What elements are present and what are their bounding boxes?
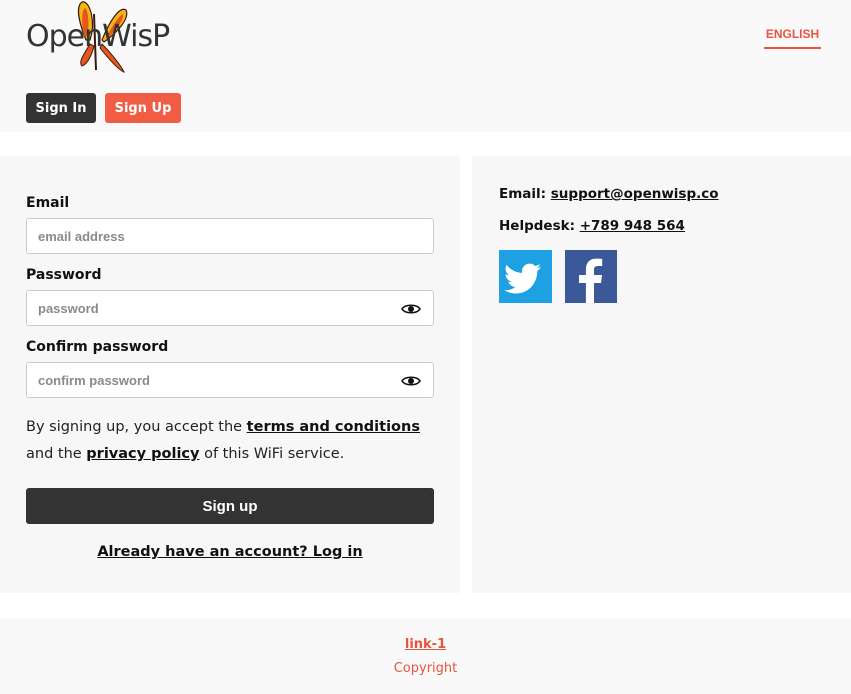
email-field-wrapper (26, 218, 434, 254)
privacy-policy-link[interactable]: privacy policy (86, 446, 199, 462)
email-input[interactable] (27, 219, 433, 253)
helpdesk-phone-link[interactable]: +789 948 564 (580, 218, 685, 234)
contact-helpdesk: Helpdesk: +789 948 564 (499, 218, 685, 234)
footer-link-row: link-1 (0, 637, 851, 652)
password-field-wrapper (26, 290, 434, 326)
confirm-password-input[interactable] (27, 363, 433, 397)
terms-middle: and the (26, 446, 87, 462)
eye-icon[interactable] (401, 374, 421, 388)
twitter-icon (504, 263, 541, 294)
contact-email: Email: support@openwisp.co (499, 186, 719, 202)
email-label: Email (26, 195, 70, 211)
header: OpenWisP ENGLISH Sign In Sign Up (0, 0, 851, 132)
confirm-password-field-wrapper (26, 362, 434, 398)
facebook-button[interactable] (565, 250, 617, 303)
support-email-link[interactable]: support@openwisp.co (551, 186, 719, 202)
contact-helpdesk-label: Helpdesk: (499, 218, 575, 234)
terms-statement: By signing up, you accept the terms and … (26, 414, 446, 468)
footer-link-1[interactable]: link-1 (405, 637, 446, 652)
password-input[interactable] (27, 291, 433, 325)
language-selector[interactable]: ENGLISH (764, 27, 821, 49)
sign-up-submit-button[interactable]: Sign up (26, 488, 434, 524)
eye-icon[interactable] (401, 302, 421, 316)
terms-suffix: of this WiFi service. (199, 446, 345, 462)
twitter-button[interactable] (499, 250, 552, 303)
copyright-text: Copyright (393, 661, 458, 676)
login-link[interactable]: Already have an account? Log in (26, 544, 434, 560)
contact-email-label: Email: (499, 186, 547, 202)
footer: link-1 Copyright (0, 618, 851, 694)
openwisp-logo[interactable]: OpenWisP (24, 0, 170, 76)
terms-and-conditions-link[interactable]: terms and conditions (247, 419, 420, 435)
logo-text: OpenWisP (26, 19, 170, 54)
facebook-icon (579, 258, 603, 303)
nav-sign-in-button[interactable]: Sign In (26, 93, 96, 123)
nav-sign-up-button[interactable]: Sign Up (105, 93, 181, 123)
terms-prefix: By signing up, you accept the (26, 419, 247, 435)
confirm-password-label: Confirm password (26, 339, 169, 355)
password-label: Password (26, 267, 102, 283)
